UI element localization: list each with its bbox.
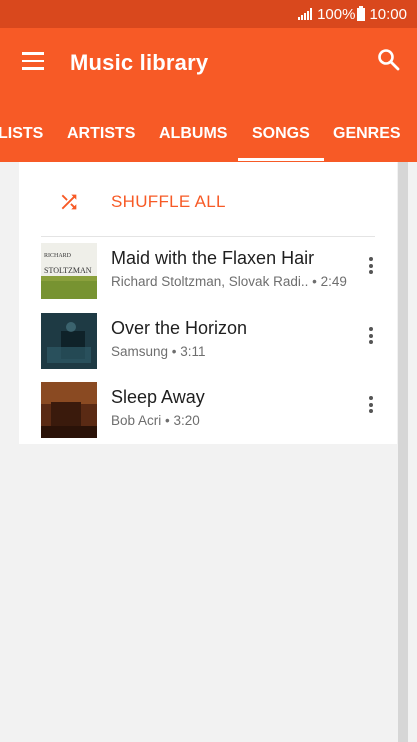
album-art [41, 382, 97, 438]
status-bar: 100% 10:00 [0, 0, 417, 28]
battery-percent: 100% [317, 5, 356, 23]
tab-artists[interactable]: ARTISTS [67, 118, 135, 162]
app-bar: Music library LISTS ARTISTS ALBUMS SONGS… [0, 28, 417, 162]
page-title: Music library [70, 50, 209, 75]
album-art: RICHARD STOLTZMAN [41, 243, 97, 299]
search-icon[interactable] [376, 47, 402, 73]
more-options-icon[interactable] [363, 327, 379, 351]
list-item-song[interactable]: Over the Horizon Samsung • 3:11 [19, 307, 397, 375]
list-item-song[interactable]: Sleep Away Bob Acri • 3:20 [19, 376, 397, 444]
list-item-song[interactable]: RICHARD STOLTZMAN Maid with the Flaxen H… [19, 237, 397, 305]
scrollbar[interactable] [398, 162, 408, 742]
song-title: Maid with the Flaxen Hair [111, 248, 315, 268]
tab-bar: LISTS ARTISTS ALBUMS SONGS GENRES [0, 118, 417, 162]
active-tab-indicator [238, 158, 324, 161]
tab-lists[interactable]: LISTS [0, 118, 43, 162]
status-time: 10:00 [369, 5, 407, 23]
svg-text:STOLTZMAN: STOLTZMAN [44, 266, 92, 275]
album-art [41, 313, 97, 369]
tab-genres[interactable]: GENRES [333, 118, 401, 162]
battery-icon [357, 5, 366, 21]
signal-icon [297, 8, 313, 20]
more-options-icon[interactable] [363, 396, 379, 420]
shuffle-all-label: SHUFFLE ALL [111, 192, 226, 211]
song-title: Over the Horizon [111, 318, 248, 338]
tab-albums[interactable]: ALBUMS [159, 118, 227, 162]
menu-icon[interactable] [22, 52, 44, 70]
song-title: Sleep Away [111, 387, 205, 407]
more-options-icon[interactable] [363, 257, 379, 281]
song-subtitle: Richard Stoltzman, Slovak Radi.. • 2:49 [111, 274, 347, 289]
song-list-card: SHUFFLE ALL RICHARD STOLTZMAN Maid with … [19, 162, 397, 444]
shuffle-icon [61, 194, 77, 210]
svg-text:RICHARD: RICHARD [44, 253, 72, 259]
shuffle-all-button[interactable]: SHUFFLE ALL [19, 162, 397, 236]
tab-songs[interactable]: SONGS [238, 118, 324, 162]
song-subtitle: Samsung • 3:11 [111, 344, 206, 359]
song-subtitle: Bob Acri • 3:20 [111, 413, 200, 428]
